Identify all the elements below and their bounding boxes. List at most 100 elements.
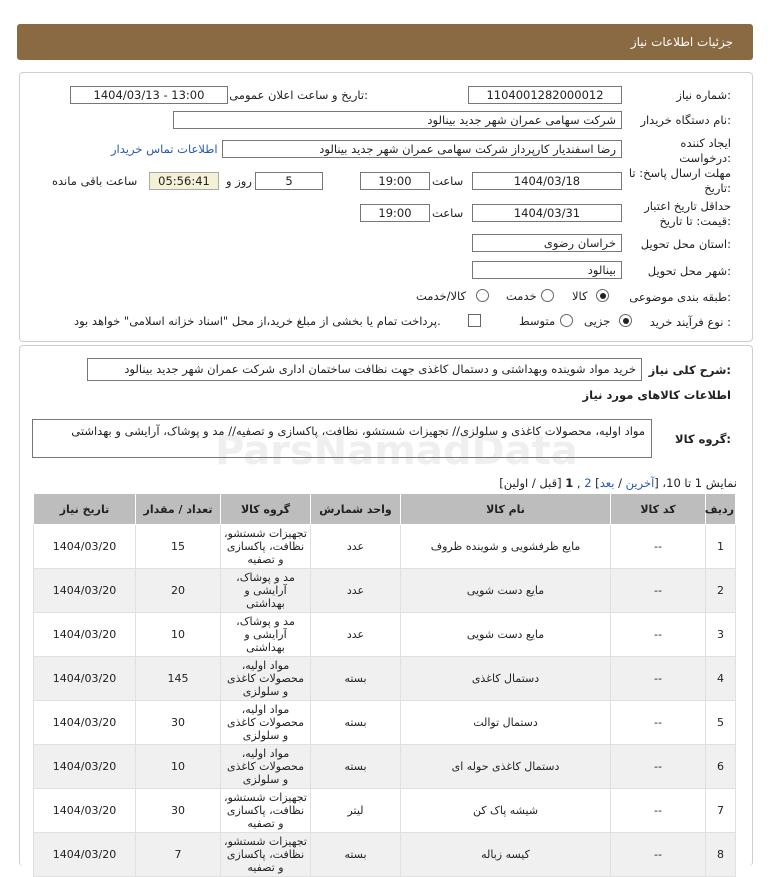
category-service-radio[interactable] xyxy=(541,289,554,302)
cell-unit: بسته xyxy=(310,832,401,877)
table-row[interactable]: 1 -- مایع ظرفشویی و شوینده ظروف عدد تجهی… xyxy=(33,524,736,569)
cell-qty: 30 xyxy=(135,700,221,745)
buyer-org-field: شرکت سهامی عمران شهر جدید بینالود xyxy=(173,111,622,129)
cell-date: 1404/03/20 xyxy=(33,744,136,789)
table-row[interactable]: 5 -- دستمال توالت بسته مواد اولیه، محصول… xyxy=(33,700,736,745)
cell-unit: بسته xyxy=(310,700,401,745)
province-field: خراسان رضوی xyxy=(472,234,622,252)
cell-row: 7 xyxy=(705,788,736,833)
table-row[interactable]: 8 -- کیسه زباله بسته تجهیزات شستشو، نظاف… xyxy=(33,832,736,877)
cell-qty: 20 xyxy=(135,568,221,613)
deadline-time-field: 19:00 xyxy=(360,172,430,190)
cell-unit: عدد xyxy=(310,612,401,657)
cell-qty: 15 xyxy=(135,524,221,569)
table-row[interactable]: 6 -- دستمال کاغذی حوله ای بسته مواد اولی… xyxy=(33,744,736,789)
cell-row: 2 xyxy=(705,568,736,613)
cell-row: 1 xyxy=(705,524,736,569)
cell-unit: بسته xyxy=(310,656,401,701)
cell-group: مواد اولیه، محصولات کاغذی و سلولزی xyxy=(220,744,311,789)
items-section-title: اطلاعات کالاهای مورد نیاز xyxy=(582,388,731,402)
th-qty: تعداد / مقدار xyxy=(135,493,221,525)
summary-label: شرح کلی نیاز: xyxy=(648,363,731,377)
th-code: کد کالا xyxy=(610,493,706,525)
cell-code: -- xyxy=(610,832,706,877)
cell-code: -- xyxy=(610,612,706,657)
cell-row: 4 xyxy=(705,656,736,701)
group-label: گروه کالا: xyxy=(675,432,731,446)
process-medium-label: متوسط xyxy=(519,314,556,328)
cell-group: مواد اولیه، محصولات کاغذی و سلولزی xyxy=(220,700,311,745)
cell-name: شیشه پاک کن xyxy=(400,788,611,833)
cell-row: 5 xyxy=(705,700,736,745)
cell-unit: لیتر xyxy=(310,788,401,833)
cell-qty: 7 xyxy=(135,832,221,877)
contact-buyer-link[interactable]: اطلاعات تماس خریدار xyxy=(111,142,218,156)
cell-date: 1404/03/20 xyxy=(33,832,136,877)
cell-name: کیسه زباله xyxy=(400,832,611,877)
validity-date-field: 1404/03/31 xyxy=(472,204,622,222)
process-label: نوع فرآیند خرید : xyxy=(649,315,731,329)
page-header: جزئیات اطلاعات نیاز xyxy=(17,24,753,60)
summary-field: خرید مواد شوینده وبهداشتی و دستمال کاغذی… xyxy=(87,358,642,381)
cell-code: -- xyxy=(610,524,706,569)
cell-group: تجهیزات شستشو، نظافت، پاکسازی و تصفیه xyxy=(220,832,311,877)
process-medium-radio[interactable] xyxy=(560,314,573,327)
deadline-time-label: ساعت xyxy=(432,174,464,188)
table-row[interactable]: 4 -- دستمال کاغذی بسته مواد اولیه، محصول… xyxy=(33,656,736,701)
th-name: نام کالا xyxy=(400,493,611,525)
category-both-radio[interactable] xyxy=(476,289,489,302)
category-goods-label: کالا xyxy=(572,289,588,303)
pager-sep: / xyxy=(614,476,626,490)
cell-unit: عدد xyxy=(310,568,401,613)
cell-name: دستمال توالت xyxy=(400,700,611,745)
deadline-label: مهلت ارسال پاسخ: تا تاریخ: xyxy=(628,166,731,195)
cell-name: مایع دست شویی xyxy=(400,612,611,657)
cell-row: 6 xyxy=(705,744,736,789)
cell-qty: 30 xyxy=(135,788,221,833)
process-minor-radio[interactable] xyxy=(619,314,632,327)
cell-name: مایع ظرفشویی و شوینده ظروف xyxy=(400,524,611,569)
page-title: جزئیات اطلاعات نیاز xyxy=(630,35,733,49)
category-label: طبقه بندی موضوعی: xyxy=(629,290,731,304)
category-goods-radio[interactable] xyxy=(596,289,609,302)
cell-date: 1404/03/20 xyxy=(33,700,136,745)
cell-date: 1404/03/20 xyxy=(33,612,136,657)
cell-code: -- xyxy=(610,568,706,613)
category-both-label: کالا/خدمت xyxy=(416,289,467,303)
days-label: روز و xyxy=(226,174,252,188)
pager-last-link[interactable]: آخرین xyxy=(626,476,655,490)
cell-unit: بسته xyxy=(310,744,401,789)
cell-name: دستمال کاغذی حوله ای xyxy=(400,744,611,789)
creator-label: ایجاد کننده درخواست: xyxy=(679,136,731,165)
cell-date: 1404/03/20 xyxy=(33,524,136,569)
items-table: ردیف کد کالا نام کالا واحد شمارش گروه کا… xyxy=(33,493,736,877)
cell-code: -- xyxy=(610,744,706,789)
pager-page-2[interactable]: 2 xyxy=(584,476,591,490)
city-label: شهر محل تحویل: xyxy=(647,264,731,278)
table-row[interactable]: 7 -- شیشه پاک کن لیتر تجهیزات شستشو، نظا… xyxy=(33,788,736,833)
validity-label: حداقل تاریخ اعتبار قیمت: تا تاریخ: xyxy=(644,199,731,228)
validity-time-field: 19:00 xyxy=(360,204,430,222)
pager-next-link[interactable]: بعد xyxy=(600,476,615,490)
cell-row: 8 xyxy=(705,832,736,877)
cell-row: 3 xyxy=(705,612,736,657)
days-field: 5 xyxy=(255,172,323,190)
validity-time-label: ساعت xyxy=(432,206,464,220)
category-service-label: خدمت xyxy=(506,289,537,303)
pager-close: ] xyxy=(591,476,600,490)
cell-group: مواد اولیه، محصولات کاغذی و سلولزی xyxy=(220,656,311,701)
pager-prefix: نمایش 1 تا 10، [ xyxy=(654,476,737,490)
cell-date: 1404/03/20 xyxy=(33,788,136,833)
table-row[interactable]: 2 -- مایع دست شویی عدد مد و پوشاک، آرایش… xyxy=(33,568,736,613)
buyer-org-label: نام دستگاه خریدار: xyxy=(640,113,731,127)
need-number-field: 1104001282000012 xyxy=(468,86,622,104)
cell-qty: 10 xyxy=(135,612,221,657)
cell-name: دستمال کاغذی xyxy=(400,656,611,701)
process-minor-label: جزیی xyxy=(584,314,611,328)
table-row[interactable]: 3 -- مایع دست شویی عدد مد و پوشاک، آرایش… xyxy=(33,612,736,657)
cell-code: -- xyxy=(610,788,706,833)
treasury-payment-checkbox[interactable] xyxy=(468,314,481,327)
province-label: استان محل تحویل: xyxy=(640,237,731,251)
cell-code: -- xyxy=(610,700,706,745)
group-field: مواد اولیه، محصولات کاغذی و سلولزی// تجه… xyxy=(32,419,652,458)
